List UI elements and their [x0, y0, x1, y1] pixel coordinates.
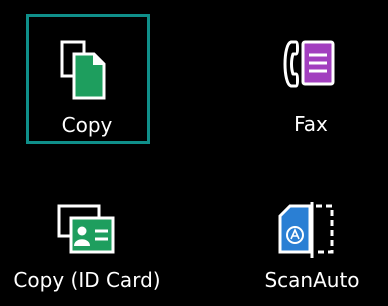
fax-label: Fax	[294, 112, 328, 136]
fax-tile[interactable]: Fax	[250, 14, 374, 144]
copy-tile[interactable]: Copy	[26, 14, 150, 144]
scan-auto-tile[interactable]: ScanAuto	[250, 196, 374, 300]
function-menu-grid: Copy Fax Copy (ID Card) ScanAuto	[0, 0, 388, 306]
copy-id-card-label: Copy (ID Card)	[13, 268, 161, 292]
copy-label: Copy	[61, 113, 113, 137]
fax-icon	[281, 38, 343, 94]
copy-icon	[60, 40, 122, 106]
scan-auto-icon	[276, 202, 338, 262]
copy-id-card-tile[interactable]: Copy (ID Card)	[0, 196, 176, 300]
id-card-copy-icon	[57, 202, 119, 262]
scan-auto-label: ScanAuto	[264, 268, 360, 292]
